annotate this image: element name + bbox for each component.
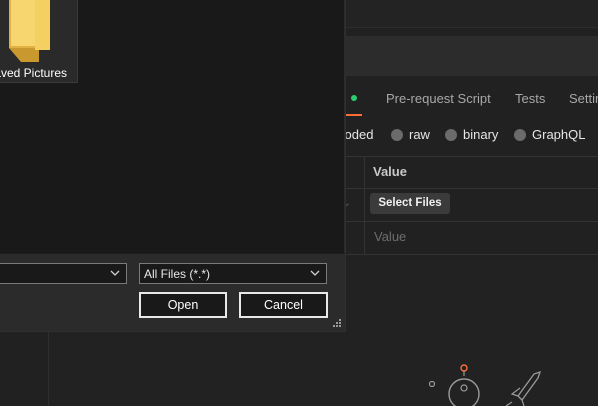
body-modified-dot <box>350 95 357 101</box>
cancel-button[interactable]: Cancel <box>239 292 328 318</box>
radio-raw-circle <box>391 128 403 141</box>
radio-graphql-circle <box>514 128 526 141</box>
tab-pre-request-script[interactable]: Pre-request Script <box>386 91 491 106</box>
form-data-table: Value ⌄ Select Files Value <box>330 156 598 255</box>
select-files-button[interactable]: Select Files <box>370 193 450 214</box>
table-border <box>330 221 598 222</box>
tab-settings-label: Settin <box>569 91 598 106</box>
table-border <box>330 156 598 157</box>
tab-settings[interactable]: Settin <box>569 91 598 106</box>
radio-graphql-label: GraphQL <box>532 127 586 142</box>
radio-binary[interactable]: binary <box>445 127 498 142</box>
folder-name: aved Pictures <box>0 66 67 80</box>
radio-graphql[interactable]: GraphQL <box>514 127 585 142</box>
folder-item-saved-pictures[interactable]: aved Pictures <box>0 0 78 83</box>
file-type-value: All Files (*.*) <box>144 267 211 281</box>
value-input[interactable]: Value <box>374 229 406 244</box>
file-list-area[interactable]: aved Pictures <box>0 0 345 253</box>
value-column-header: Value <box>373 164 407 179</box>
column-divider <box>364 156 365 255</box>
tab-tests-label: Tests <box>515 91 546 106</box>
dialog-footer: All Files (*.*) Open Cancel <box>0 254 345 331</box>
table-border <box>330 254 598 255</box>
open-file-dialog: aved Pictures All Files (*.*) Open Cance… <box>0 0 346 332</box>
folder-icon <box>9 0 50 62</box>
resize-grip-icon[interactable] <box>333 319 342 328</box>
chevron-down-icon[interactable] <box>110 270 120 277</box>
astronaut-illustration-icon <box>428 364 542 406</box>
table-border <box>330 188 598 189</box>
radio-binary-label: binary <box>463 127 499 142</box>
file-type-select[interactable]: All Files (*.*) <box>139 263 327 284</box>
radio-raw[interactable]: raw <box>391 127 430 142</box>
chevron-down-icon[interactable] <box>310 270 320 277</box>
filename-combobox[interactable] <box>0 263 127 284</box>
tab-tests[interactable]: Tests <box>515 91 545 106</box>
radio-raw-label: raw <box>409 127 430 142</box>
open-button[interactable]: Open <box>139 292 227 318</box>
tab-pre-request-script-label: Pre-request Script <box>386 91 491 106</box>
radio-binary-circle <box>445 128 457 141</box>
